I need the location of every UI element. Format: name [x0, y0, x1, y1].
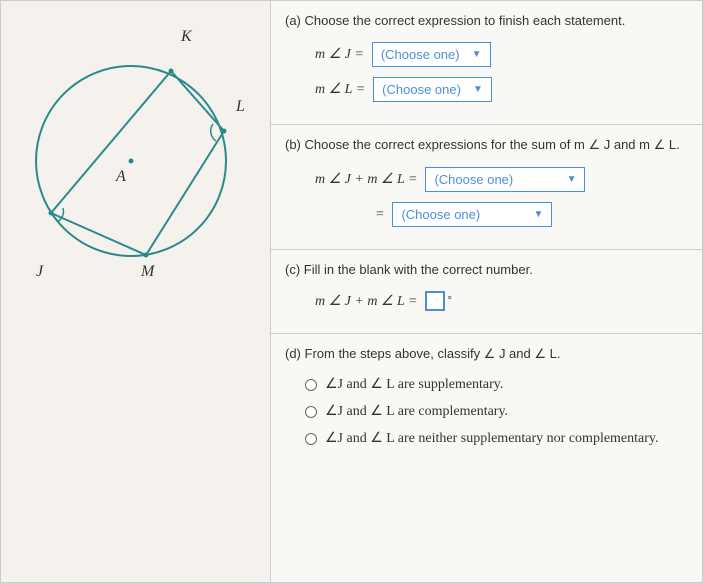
- part-b-row1-lhs: m ∠ J + m ∠ L =: [315, 171, 417, 188]
- part-a: (a) Choose the correct expression to fin…: [271, 1, 702, 125]
- dropdown-text: (Choose one): [401, 207, 480, 222]
- point-label-a: A: [115, 168, 126, 185]
- dropdown-text: (Choose one): [382, 82, 461, 97]
- part-d-option1: ∠J and ∠ L are supplementary.: [305, 376, 688, 393]
- point-label-l: L: [235, 98, 245, 115]
- part-a-row1: m ∠ J = (Choose one) ▼: [315, 42, 688, 67]
- radio-button[interactable]: [305, 406, 317, 418]
- radio-label: ∠J and ∠ L are neither supplementary nor…: [325, 430, 659, 447]
- circle-diagram: K L A J M: [6, 11, 266, 301]
- part-b-row2: = (Choose one) ▼: [375, 202, 688, 227]
- caret-down-icon: ▼: [472, 49, 482, 60]
- radio-button[interactable]: [305, 379, 317, 391]
- part-b-row2-lhs: =: [375, 207, 384, 223]
- caret-down-icon: ▼: [473, 84, 483, 95]
- part-c-lhs: m ∠ J + m ∠ L =: [315, 293, 417, 310]
- radio-button[interactable]: [305, 433, 317, 445]
- caret-down-icon: ▼: [534, 209, 544, 220]
- part-a-row2-lhs: m ∠ L =: [315, 81, 365, 98]
- part-b-row1: m ∠ J + m ∠ L = (Choose one) ▼: [315, 167, 688, 192]
- worksheet-container: K L A J M (a) Choose the correct express…: [0, 0, 703, 583]
- part-b-dropdown2[interactable]: (Choose one) ▼: [392, 202, 552, 227]
- questions-panel: (a) Choose the correct expression to fin…: [271, 1, 702, 582]
- dropdown-text: (Choose one): [381, 47, 460, 62]
- number-input[interactable]: [425, 291, 445, 311]
- point-label-m: M: [140, 263, 156, 280]
- dropdown-text: (Choose one): [434, 172, 513, 187]
- degree-symbol: °: [447, 295, 451, 307]
- radio-label: ∠J and ∠ L are complementary.: [325, 403, 508, 420]
- radio-label: ∠J and ∠ L are supplementary.: [325, 376, 503, 393]
- part-b: (b) Choose the correct expressions for t…: [271, 125, 702, 250]
- part-d-prompt: (d) From the steps above, classify ∠ J a…: [285, 346, 688, 362]
- part-c-prompt: (c) Fill in the blank with the correct n…: [285, 262, 688, 277]
- part-b-prompt: (b) Choose the correct expressions for t…: [285, 137, 688, 153]
- part-c-row: m ∠ J + m ∠ L = °: [315, 291, 688, 311]
- part-d: (d) From the steps above, classify ∠ J a…: [271, 334, 702, 469]
- part-c: (c) Fill in the blank with the correct n…: [271, 250, 702, 334]
- part-d-option3: ∠J and ∠ L are neither supplementary nor…: [305, 430, 688, 447]
- point-label-k: K: [180, 28, 193, 45]
- caret-down-icon: ▼: [567, 174, 577, 185]
- part-a-row1-lhs: m ∠ J =: [315, 46, 364, 63]
- part-b-dropdown1[interactable]: (Choose one) ▼: [425, 167, 585, 192]
- part-a-dropdown1[interactable]: (Choose one) ▼: [372, 42, 491, 67]
- point-label-j: J: [36, 263, 44, 280]
- part-a-dropdown2[interactable]: (Choose one) ▼: [373, 77, 492, 102]
- part-a-prompt: (a) Choose the correct expression to fin…: [285, 13, 688, 28]
- part-a-row2: m ∠ L = (Choose one) ▼: [315, 77, 688, 102]
- diagram-panel: K L A J M: [1, 1, 271, 582]
- part-d-option2: ∠J and ∠ L are complementary.: [305, 403, 688, 420]
